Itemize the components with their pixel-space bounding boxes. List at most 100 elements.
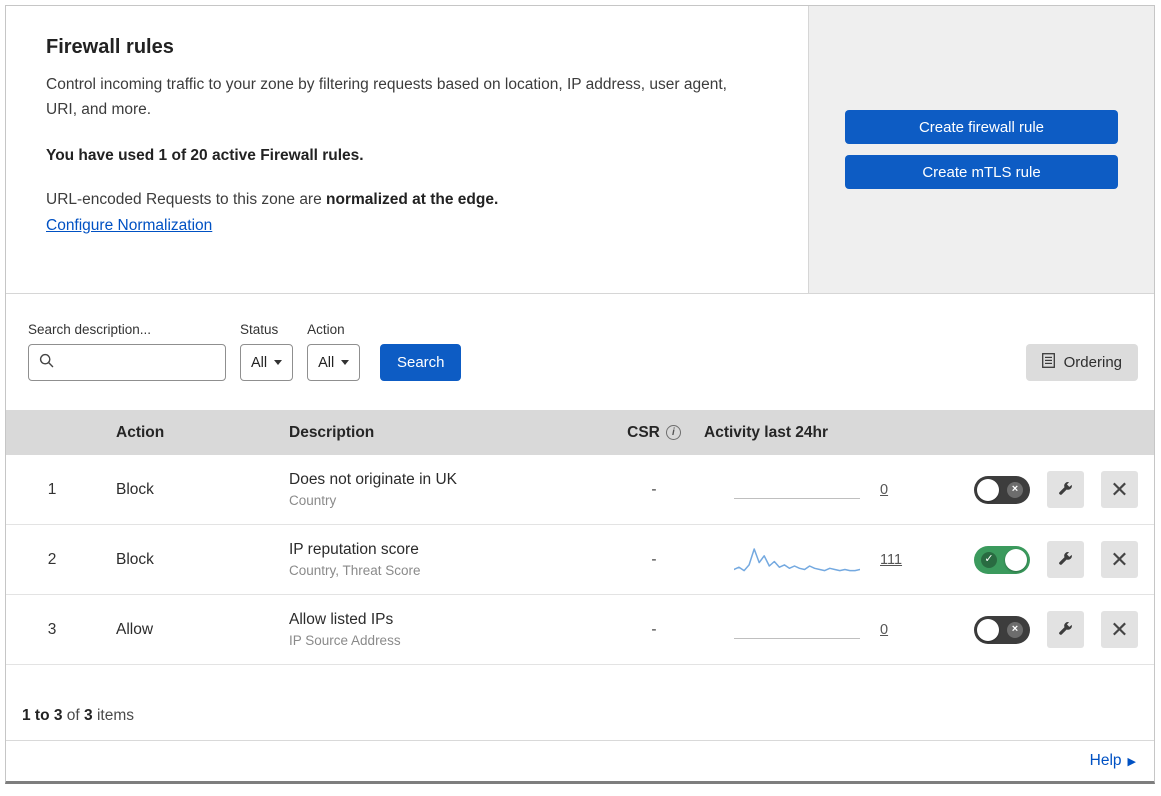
table-row: 3 Allow Allow listed IPs IP Source Addre… <box>6 595 1154 665</box>
pagination: 1 to 3 of 3 items <box>6 665 1154 741</box>
rule-controls: ✕ <box>958 471 1154 508</box>
arrow-right-icon: ▶ <box>1127 755 1136 768</box>
search-label: Search description... <box>28 322 152 337</box>
info-icon[interactable] <box>665 425 681 440</box>
header-csr: CSR <box>606 424 702 442</box>
normalization-text: URL-encoded Requests to this zone are no… <box>46 191 768 209</box>
rule-description: IP reputation score <box>289 541 419 558</box>
rule-description: Does not originate in UK <box>289 471 458 488</box>
table-row: 2 Block IP reputation score Country, Thr… <box>6 525 1154 595</box>
header-csr-label: CSR <box>627 423 660 441</box>
rule-action: Allow <box>116 620 154 638</box>
rule-activity-cell: 0 <box>702 481 958 499</box>
activity-count-link[interactable]: 111 <box>880 552 902 568</box>
wrench-icon <box>1058 551 1073 569</box>
edit-rule-button[interactable] <box>1047 541 1084 578</box>
rule-csr-value: - <box>651 620 657 638</box>
pagination-items: items <box>92 707 134 724</box>
action-value: All <box>318 354 335 371</box>
x-icon: ✕ <box>1110 616 1129 642</box>
page-description: Control incoming traffic to your zone by… <box>46 76 727 118</box>
activity-count-link[interactable]: 0 <box>880 482 894 498</box>
firewall-rules-page: Firewall rules Control incoming traffic … <box>5 5 1155 784</box>
activity-sparkline <box>734 621 860 639</box>
create-mtls-rule-button[interactable]: Create mTLS rule <box>845 155 1118 189</box>
configure-normalization-link[interactable]: Configure Normalization <box>46 217 212 234</box>
rule-description-cell: IP reputation score Country, Threat Scor… <box>270 541 606 578</box>
actions-panel: Create firewall rule Create mTLS rule <box>809 6 1154 293</box>
rule-controls: ✕ <box>958 611 1154 648</box>
action-filter-group: Action All <box>307 322 361 381</box>
delete-rule-button[interactable]: ✕ <box>1101 471 1138 508</box>
delete-rule-button[interactable]: ✕ <box>1101 541 1138 578</box>
toggle-x-icon <box>1007 481 1023 498</box>
header-activity: Activity last 24hr <box>704 423 829 441</box>
activity-count-link[interactable]: 0 <box>880 622 894 638</box>
toggle-knob <box>1005 548 1027 571</box>
header-description: Description <box>289 423 375 441</box>
edit-rule-button[interactable] <box>1047 471 1084 508</box>
rule-description-cell: Allow listed IPs IP Source Address <box>270 611 606 648</box>
rule-enabled-toggle[interactable] <box>974 615 1030 644</box>
rule-enabled-toggle[interactable] <box>974 475 1030 504</box>
chevron-down-icon <box>274 360 283 365</box>
toggle-x-icon <box>1007 621 1023 638</box>
toggle-check-icon <box>981 551 997 568</box>
toggle-knob <box>977 478 999 501</box>
edit-rule-button[interactable] <box>1047 611 1084 648</box>
search-box <box>28 344 243 381</box>
chevron-down-icon <box>341 360 350 365</box>
action-label: Action <box>307 322 345 337</box>
rule-description: Allow listed IPs <box>289 611 394 628</box>
x-icon: ✕ <box>1110 546 1129 572</box>
rule-csr-value: - <box>651 550 657 568</box>
search-button[interactable]: Search <box>380 344 462 381</box>
delete-rule-button[interactable]: ✕ <box>1101 611 1138 648</box>
rule-priority: 2 <box>47 550 57 568</box>
rule-priority: 3 <box>47 620 57 638</box>
rule-action: Block <box>116 550 154 568</box>
rule-csr-value: - <box>651 480 657 498</box>
wrench-icon <box>1058 621 1073 639</box>
activity-sparkline <box>734 481 860 499</box>
pagination-of: of <box>62 707 85 724</box>
help-link[interactable]: Help ▶ <box>1090 752 1136 770</box>
rule-controls: ✕ <box>958 541 1154 578</box>
search-input[interactable] <box>62 354 243 371</box>
rule-enabled-toggle[interactable] <box>974 545 1030 574</box>
wrench-icon <box>1058 481 1073 499</box>
x-icon: ✕ <box>1110 476 1129 502</box>
rule-criteria: Country <box>289 493 337 508</box>
ordering-button-label: Ordering <box>1063 354 1122 371</box>
filter-bar: Search description... Status All Action … <box>6 294 1154 410</box>
action-select[interactable]: All <box>307 344 361 381</box>
table-header-row: Action Description CSR Activity last 24h… <box>6 410 1154 455</box>
rule-action: Block <box>116 480 154 498</box>
rule-description-cell: Does not originate in UK Country <box>270 471 606 508</box>
status-value: All <box>251 354 268 371</box>
rule-priority: 1 <box>47 480 57 498</box>
status-filter-group: Status All <box>240 322 294 381</box>
status-label: Status <box>240 322 279 337</box>
pagination-range: 1 to 3 <box>22 707 63 724</box>
rule-criteria: IP Source Address <box>289 633 401 648</box>
rule-activity-cell: 111 <box>702 543 958 577</box>
normalization-bold: normalized at the edge. <box>326 190 499 208</box>
normalization-prefix: URL-encoded Requests to this zone are <box>46 190 327 208</box>
rules-table: Action Description CSR Activity last 24h… <box>6 410 1154 665</box>
help-label: Help <box>1089 752 1122 769</box>
activity-sparkline <box>734 543 860 577</box>
rule-criteria: Country, Threat Score <box>289 563 421 578</box>
toggle-knob <box>977 618 999 641</box>
ordering-list-icon <box>1041 353 1055 372</box>
pagination-total: 3 <box>84 707 93 724</box>
search-group: Search description... <box>28 322 243 381</box>
status-select[interactable]: All <box>240 344 294 381</box>
ordering-button[interactable]: Ordering <box>1025 344 1138 381</box>
rule-activity-cell: 0 <box>702 621 958 639</box>
create-firewall-rule-button[interactable]: Create firewall rule <box>845 110 1118 144</box>
page-header-section: Firewall rules Control incoming traffic … <box>6 6 1154 294</box>
intro-panel: Firewall rules Control incoming traffic … <box>6 6 809 293</box>
page-title: Firewall rules <box>46 36 174 58</box>
usage-summary: You have used 1 of 20 active Firewall ru… <box>46 146 364 164</box>
